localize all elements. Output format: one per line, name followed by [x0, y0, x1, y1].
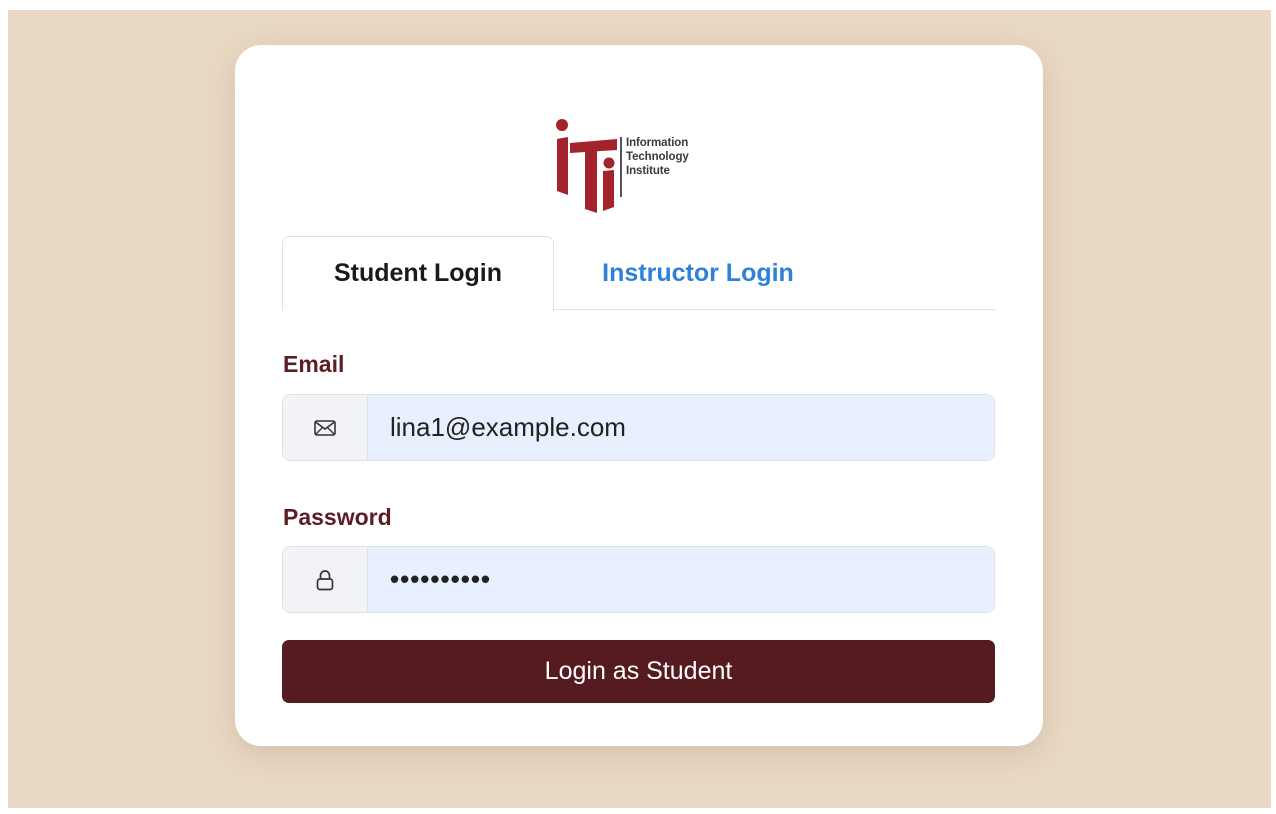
- logo-wordmark: Information Technology Institute: [626, 136, 689, 178]
- tab-student-login[interactable]: Student Login: [282, 236, 554, 311]
- email-label: Email: [283, 351, 345, 377]
- password-input[interactable]: ••••••••••: [368, 547, 994, 612]
- login-tabs: Student Login Instructor Login: [282, 236, 995, 311]
- lock-icon: [283, 547, 368, 612]
- envelope-icon: [283, 395, 368, 460]
- email-input[interactable]: lina1@example.com: [368, 395, 994, 460]
- tab-instructor-login[interactable]: Instructor Login: [554, 236, 842, 310]
- login-student-button[interactable]: Login as Student: [282, 640, 995, 703]
- email-input-group: lina1@example.com: [282, 394, 995, 461]
- iti-logo: Information Technology Institute: [547, 117, 727, 221]
- login-card: Information Technology Institute Student…: [235, 45, 1043, 746]
- password-label: Password: [283, 504, 392, 530]
- logo-line-2: Technology: [626, 151, 689, 163]
- logo-line-1: Information: [626, 137, 689, 149]
- page-background: Information Technology Institute Student…: [8, 10, 1271, 808]
- logo-line-3: Institute: [626, 165, 670, 177]
- password-input-group: ••••••••••: [282, 546, 995, 613]
